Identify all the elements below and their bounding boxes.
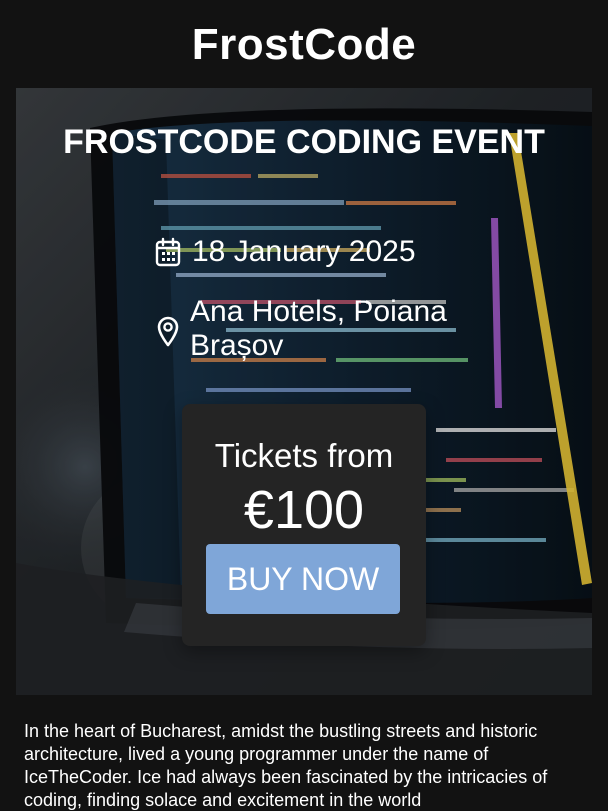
ticket-price: €100 bbox=[243, 480, 365, 540]
event-location: Ana Hotels, Poiana Brașov bbox=[190, 295, 447, 362]
event-date-row: 18 January 2025 bbox=[154, 235, 416, 269]
buy-now-button[interactable]: BUY NOW bbox=[206, 544, 400, 614]
event-location-row: Ana Hotels, Poiana Brașov bbox=[156, 295, 486, 363]
location-pin-icon bbox=[156, 316, 180, 347]
site-title: FrostCode bbox=[191, 20, 417, 69]
ticket-card: Tickets from €100 BUY NOW bbox=[182, 404, 426, 646]
ticket-price-label: Tickets from bbox=[214, 437, 394, 474]
event-date: 18 January 2025 bbox=[192, 235, 416, 268]
event-hero: FROSTCODE CODING EVENT 18 January 2025 A… bbox=[16, 88, 592, 695]
story-paragraph: In the heart of Bucharest, amidst the bu… bbox=[24, 721, 548, 810]
event-page: FrostCode FROSTCODE CODING EVENT 18 Janu… bbox=[0, 0, 608, 811]
event-title: FROSTCODE CODING EVENT bbox=[63, 123, 545, 161]
calendar-icon bbox=[154, 237, 182, 268]
